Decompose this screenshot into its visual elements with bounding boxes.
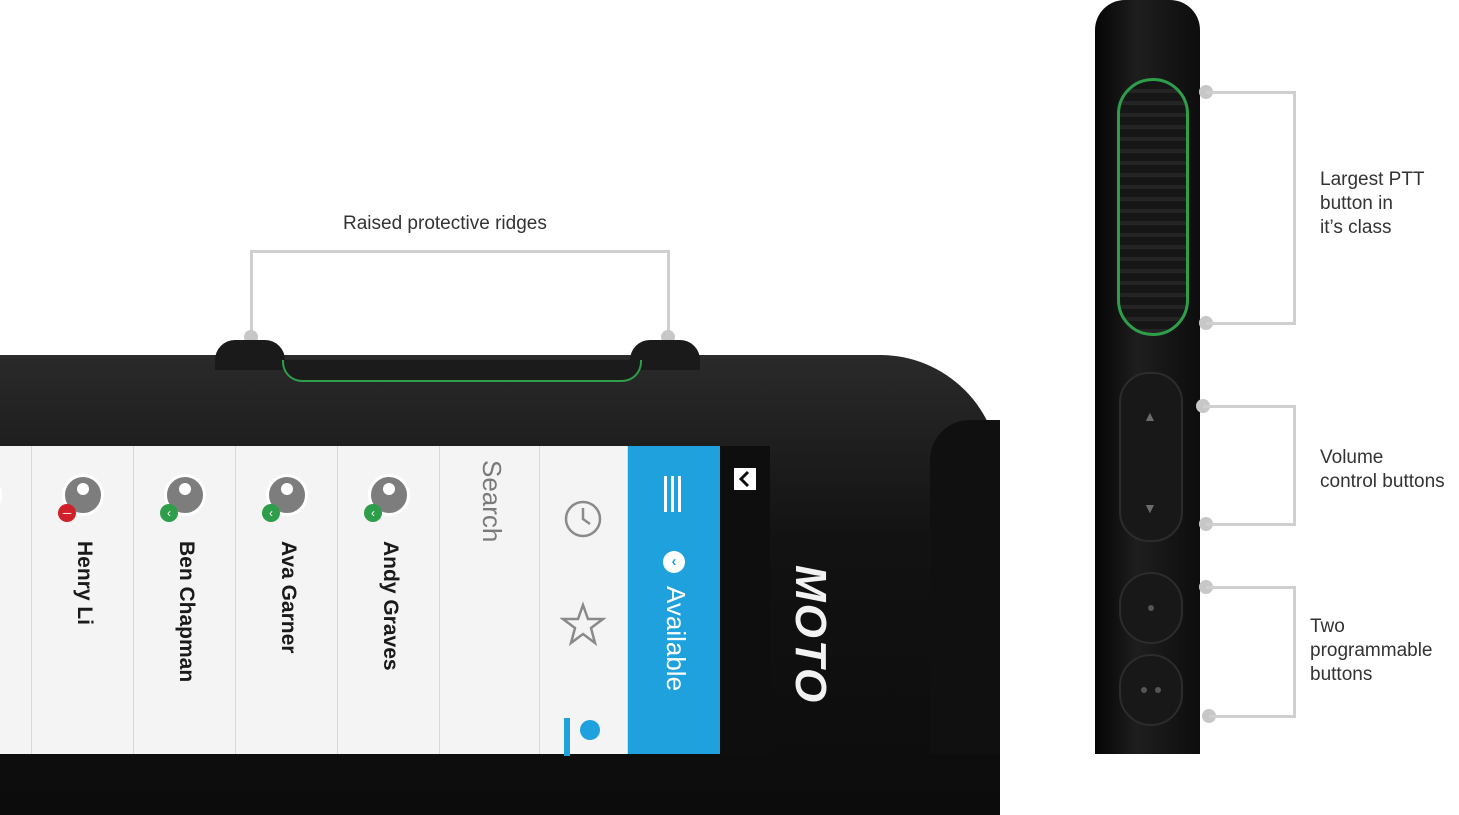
volume-callout-line-1: Volume bbox=[1320, 447, 1384, 468]
button-dot-icon bbox=[1155, 687, 1161, 693]
programmable-button-1[interactable] bbox=[1119, 572, 1183, 644]
button-dot-icon bbox=[1148, 605, 1154, 611]
menu-icon[interactable] bbox=[662, 476, 684, 512]
ptt-leader-bottom bbox=[1206, 322, 1296, 325]
contact-item[interactable]: ‹ Ava Garner bbox=[236, 446, 338, 754]
contact-item[interactable]: ‹ Andy Graves bbox=[338, 446, 440, 754]
ptt-button-side-view[interactable] bbox=[1117, 78, 1189, 336]
contact-partial[interactable] bbox=[0, 446, 32, 754]
notification-icon bbox=[734, 468, 756, 490]
contact-name: Ava Garner bbox=[277, 541, 300, 654]
ptt-button-top-view[interactable] bbox=[282, 360, 642, 382]
system-bar bbox=[720, 446, 770, 754]
programmable-callout-line-3: buttons bbox=[1310, 664, 1373, 685]
programmable-leader-bottom bbox=[1209, 715, 1296, 718]
programmable-leader-vertical bbox=[1293, 586, 1296, 718]
programmable-callout-line-2: programmable bbox=[1310, 640, 1433, 661]
contact-name: Ben Chapman bbox=[175, 541, 198, 683]
ptt-callout-line-1: Largest PTT bbox=[1320, 169, 1425, 190]
tab-bar bbox=[540, 446, 628, 756]
history-icon[interactable] bbox=[560, 496, 606, 542]
programmable-callout-label: Two programmable buttons bbox=[1310, 615, 1433, 687]
device-screen: ─ Henry Li ‹ Ben Chapman ‹ Ava Garner ‹ … bbox=[0, 446, 770, 756]
button-dot-icon bbox=[1141, 687, 1147, 693]
ptt-callout-label: Largest PTT button in it’s class bbox=[1320, 168, 1425, 240]
available-status-icon: ‹ bbox=[160, 504, 178, 522]
search-placeholder: Search bbox=[477, 460, 507, 543]
ptt-callout-line-2: button in bbox=[1320, 193, 1393, 214]
programmable-button-2[interactable] bbox=[1119, 654, 1183, 726]
volume-leader-bottom bbox=[1206, 523, 1296, 526]
brand-logo: MOTO bbox=[786, 565, 835, 705]
contact-item[interactable]: ‹ Ben Chapman bbox=[134, 446, 236, 754]
status-bar[interactable]: ‹ Available bbox=[628, 446, 720, 754]
ptt-leader-top bbox=[1206, 91, 1296, 94]
volume-callout-label: Volume control buttons bbox=[1320, 446, 1445, 494]
contacts-icon[interactable] bbox=[560, 714, 606, 760]
avatar bbox=[0, 474, 2, 516]
ptt-callout-line-3: it’s class bbox=[1320, 217, 1392, 238]
contact-item[interactable]: ─ Henry Li bbox=[32, 446, 134, 754]
volume-callout-line-2: control buttons bbox=[1320, 471, 1445, 492]
volume-up-icon[interactable]: ▲ bbox=[1143, 408, 1157, 424]
volume-buttons[interactable] bbox=[1119, 372, 1183, 542]
search-field[interactable]: Search bbox=[440, 446, 540, 754]
ridges-leader-top bbox=[250, 250, 670, 253]
ridges-leader-right bbox=[667, 250, 670, 338]
volume-down-icon[interactable]: ▼ bbox=[1143, 500, 1157, 516]
available-status-icon: ‹ bbox=[364, 504, 382, 522]
volume-leader-top bbox=[1203, 405, 1296, 408]
ridges-callout-label: Raised protective ridges bbox=[343, 213, 547, 234]
contact-name: Henry Li bbox=[73, 541, 96, 626]
busy-status-icon: ─ bbox=[58, 504, 76, 522]
star-icon[interactable] bbox=[560, 601, 606, 647]
side-bumper bbox=[930, 420, 1000, 754]
contact-name: Andy Graves bbox=[379, 541, 402, 671]
status-label: Available bbox=[661, 586, 691, 692]
programmable-callout-line-1: Two bbox=[1310, 616, 1345, 637]
programmable-leader-top bbox=[1206, 586, 1296, 589]
ridge-left bbox=[215, 340, 285, 370]
status-check-icon: ‹ bbox=[663, 551, 685, 573]
volume-leader-vertical bbox=[1293, 405, 1296, 526]
available-status-icon: ‹ bbox=[262, 504, 280, 522]
ptt-leader-vertical bbox=[1293, 91, 1296, 325]
ridges-leader-left bbox=[250, 250, 253, 338]
